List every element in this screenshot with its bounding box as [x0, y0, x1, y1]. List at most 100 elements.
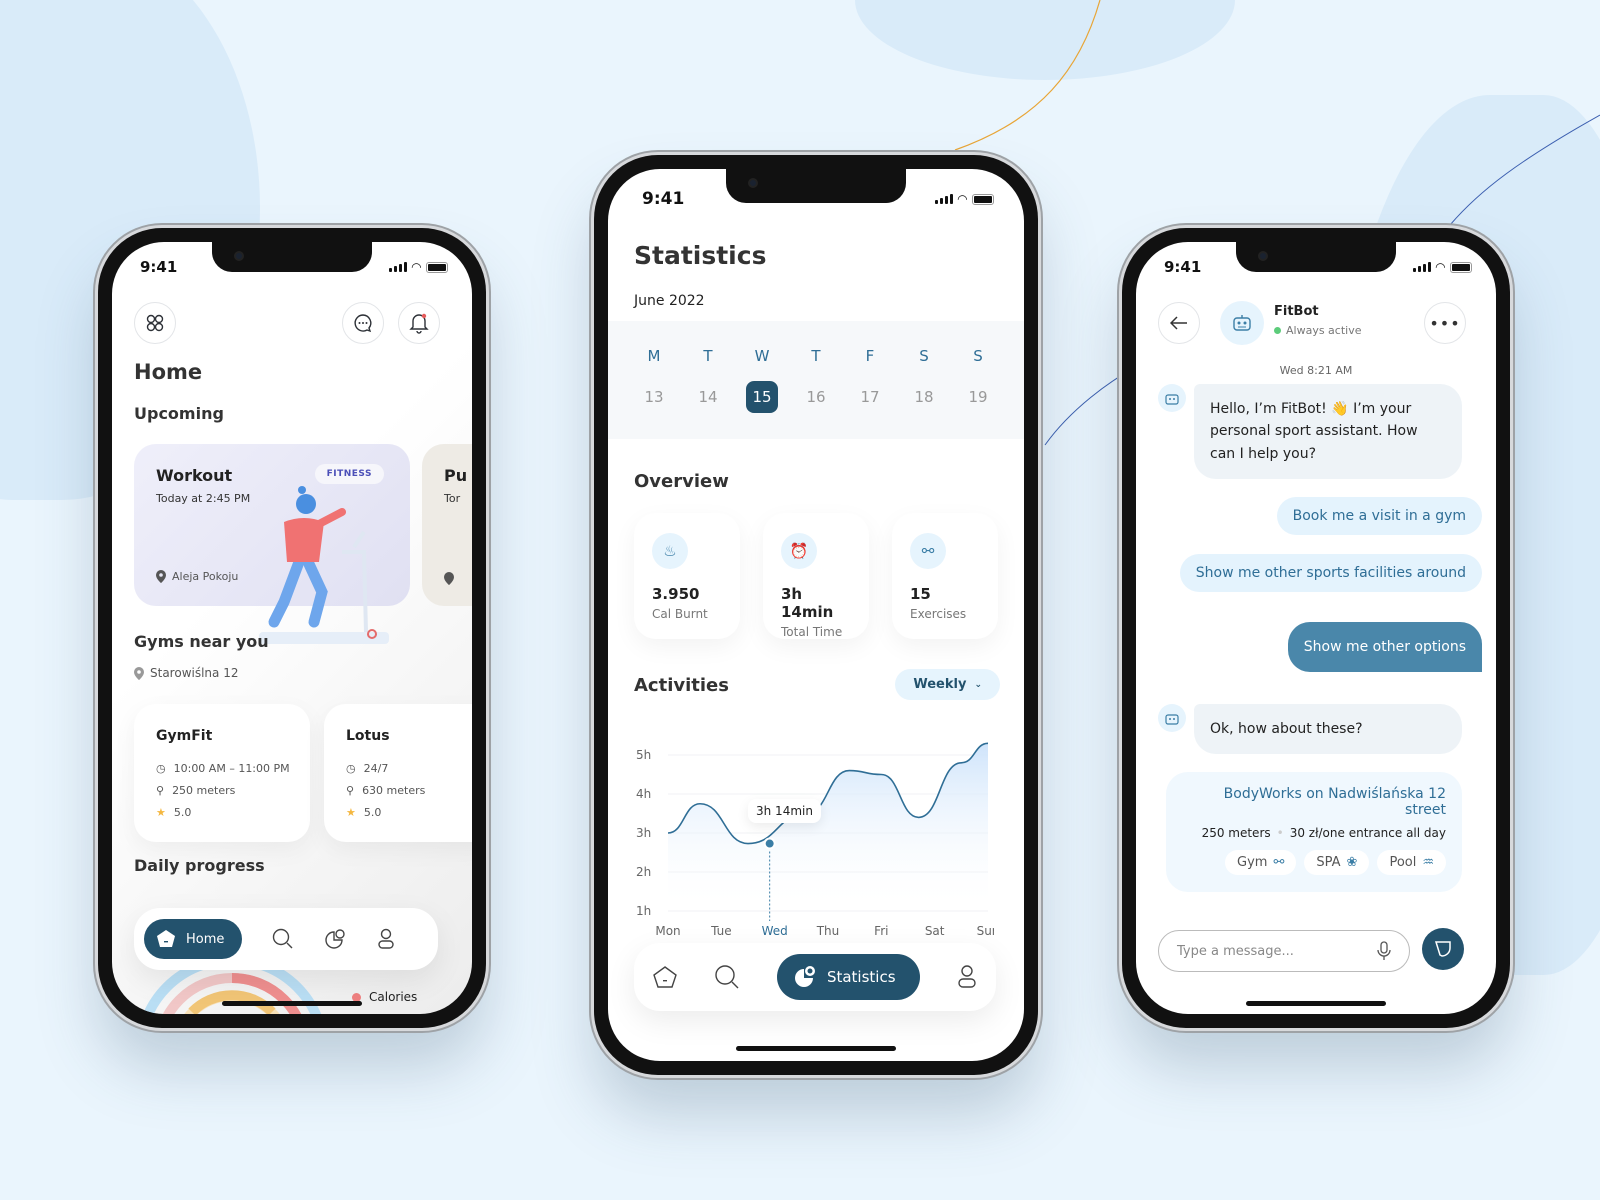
nav-home-icon[interactable] [652, 965, 678, 989]
message-input[interactable]: Type a message... [1158, 930, 1410, 972]
bot-message: Ok, how about these? [1194, 704, 1462, 755]
date-cell[interactable]: 14 [692, 381, 724, 413]
status-bar: 9:41 ◠ [1164, 258, 1472, 276]
weekday-label: T [811, 347, 821, 365]
gym-distance: 630 meters [362, 784, 426, 797]
y-tick-label: 2h [636, 865, 651, 879]
event-card-2[interactable]: Pu Tor [422, 444, 472, 606]
event-location: Aleja Pokoju [172, 570, 239, 583]
nav-statistics[interactable]: Statistics [776, 954, 920, 1000]
suggestion-chip-other-facilities[interactable]: Show me other sports facilities around [1179, 554, 1482, 593]
y-tick-label: 5h [636, 748, 651, 762]
gym-hours: 10:00 AM – 11:00 PM [173, 762, 290, 775]
back-button[interactable] [1158, 302, 1200, 344]
month-label: June 2022 [634, 293, 705, 309]
robot-icon [1233, 315, 1251, 331]
notifications-button[interactable] [398, 302, 440, 344]
page-title: Statistics [634, 241, 767, 270]
menu-grid-button[interactable] [134, 302, 176, 344]
wifi-icon: ◠ [957, 192, 967, 206]
date-selected[interactable]: 15 [746, 381, 778, 413]
gym-name: GymFit [156, 728, 213, 744]
page-title: Home [134, 360, 203, 384]
more-options-button[interactable]: ••• [1424, 302, 1466, 344]
overview-value: 15 [910, 585, 931, 603]
y-tick-label: 1h [636, 904, 651, 918]
weekday-label: S [919, 347, 929, 365]
chat-timestamp: Wed 8:21 AM [1279, 364, 1353, 377]
x-tick-label: Fri [874, 924, 888, 938]
event-badge: FITNESS [314, 464, 384, 484]
bot-avatar-small [1158, 704, 1186, 732]
phone-statistics: 9:41 ◠ Statistics June 2022 M T W T F S S 13 14… [594, 155, 1038, 1075]
overview-value: 3h 14min [781, 585, 834, 621]
runner-illustration [259, 486, 389, 644]
chart-tooltip: 3h 14min [748, 799, 821, 823]
microphone-icon[interactable] [1377, 941, 1391, 961]
gym-card-gymfit[interactable]: GymFit ◷ 10:00 AM – 11:00 PM ⚲ 250 meters … [134, 704, 310, 842]
status-time: 9:41 [140, 258, 178, 276]
gym-rating: 5.0 [363, 806, 382, 819]
date-cell[interactable]: 17 [854, 381, 886, 413]
clock-icon: ◷ [346, 762, 356, 775]
tag-pool: Pool ♒ [1377, 850, 1446, 875]
period-dropdown[interactable]: Weekly ⌄ [895, 669, 1000, 700]
date-cell[interactable]: 18 [908, 381, 940, 413]
event-time: Tor [444, 492, 461, 505]
section-overview: Overview [634, 471, 729, 492]
bottom-nav: Statistics [634, 943, 996, 1011]
x-tick-label: Wed [762, 924, 788, 938]
event-title: Workout [156, 466, 233, 485]
date-cell[interactable]: 19 [962, 381, 994, 413]
star-icon: ★ [156, 806, 166, 819]
facility-distance: 250 meters [1201, 826, 1271, 840]
pool-ladder-icon: ♒ [1422, 855, 1434, 870]
gym-distance: 250 meters [172, 784, 236, 797]
battery-icon [426, 261, 448, 273]
nav-profile-icon[interactable] [376, 928, 396, 950]
home-indicator [222, 1001, 362, 1006]
weekday-label: F [865, 347, 875, 365]
bot-avatar-small [1158, 384, 1186, 412]
nav-profile-icon[interactable] [956, 964, 978, 990]
date-cell[interactable]: 16 [800, 381, 832, 413]
gym-name: Lotus [346, 728, 390, 744]
bell-icon [409, 313, 429, 334]
online-status-dot [1274, 327, 1281, 334]
battery-icon [972, 193, 994, 205]
x-tick-label: Thu [816, 924, 840, 938]
arrow-left-icon [1170, 316, 1187, 330]
date-cell[interactable]: 13 [638, 381, 670, 413]
nav-search-icon[interactable] [272, 928, 294, 950]
weekday-label: W [754, 347, 770, 365]
wifi-icon: ◠ [1435, 260, 1445, 274]
activities-chart: 1h 2h 3h 4h 5h Mon Tue Wed Thu Fri Sat Sun [636, 742, 994, 938]
status-time: 9:41 [642, 189, 685, 209]
y-tick-label: 4h [636, 787, 651, 801]
send-button[interactable] [1422, 928, 1464, 970]
home-icon [157, 930, 175, 947]
chat-button[interactable] [342, 302, 384, 344]
facility-result-card[interactable]: BodyWorks on Nadwiślańska 12 street 250 … [1166, 772, 1462, 892]
event-card-workout[interactable]: Workout Today at 2:45 PM FITNESS Aleja P… [134, 444, 410, 644]
tag-label: Pool [1389, 855, 1417, 870]
gyms-location: Starowiślna 12 [150, 666, 239, 680]
overview-label: Total Time [781, 625, 843, 639]
highlight-point [763, 837, 776, 850]
weekday-label: S [973, 347, 983, 365]
alarm-clock-icon: ⏰ [781, 533, 817, 569]
suggestion-chip-book-gym[interactable]: Book me a visit in a gym [1276, 497, 1482, 536]
tag-spa: SPA ❀ [1304, 850, 1370, 875]
gym-rating: 5.0 [173, 806, 192, 819]
lotus-icon: ❀ [1346, 855, 1358, 870]
grid-icon [146, 314, 164, 332]
nav-search-icon[interactable] [714, 964, 740, 990]
area-fill [668, 743, 988, 911]
section-gyms: Gyms near you [134, 632, 269, 651]
battery-icon [1450, 261, 1472, 273]
separator-dot: • [1276, 826, 1284, 840]
gym-card-lotus[interactable]: Lotus ◷ 24/7 ⚲ 630 meters ★ 5.0 [324, 704, 472, 842]
phone-chat: 9:41 ◠ FitBot Always active ••• Wed 8:21… [1122, 228, 1510, 1028]
nav-statistics-icon[interactable] [324, 928, 346, 950]
nav-home[interactable]: Home [144, 919, 243, 959]
